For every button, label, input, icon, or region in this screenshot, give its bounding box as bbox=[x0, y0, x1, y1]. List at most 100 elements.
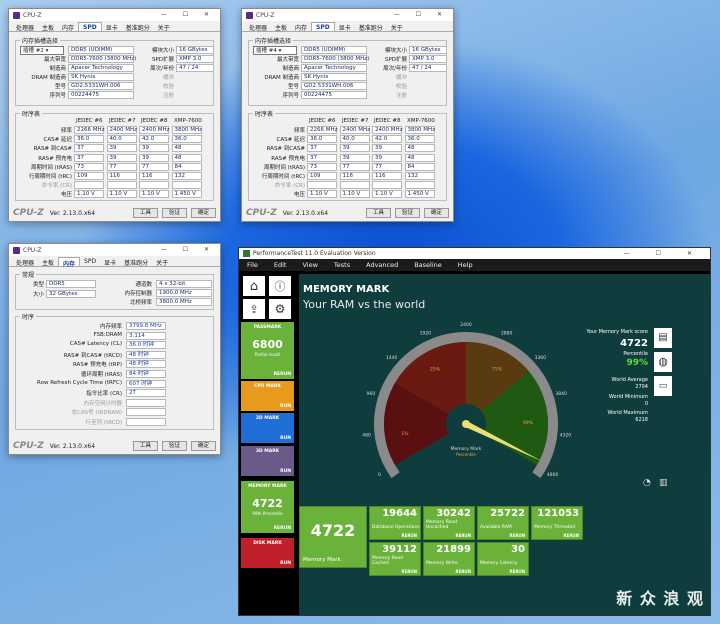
tab-memory[interactable]: 内存 bbox=[291, 22, 311, 32]
slot-select[interactable]: 插槽 #4 ▾ bbox=[253, 46, 297, 55]
tab-about[interactable]: 关于 bbox=[154, 22, 174, 32]
tab-about[interactable]: 关于 bbox=[152, 257, 172, 267]
side-tile-2d-mark[interactable]: 2D MARK RUN bbox=[241, 413, 294, 443]
ok-button[interactable]: 确定 bbox=[190, 441, 216, 451]
title-bar: CPU-Z — ☐ ✕ bbox=[9, 9, 220, 21]
export-button[interactable]: ⇪ bbox=[243, 299, 265, 319]
chart-icon[interactable]: ▥ bbox=[659, 478, 668, 488]
spd-ext-label: SPD扩展 bbox=[384, 57, 407, 63]
subtest-tile[interactable]: 30242 Memory Read Uncached RERUN bbox=[423, 506, 475, 540]
ecc-label: 校验 bbox=[395, 84, 407, 90]
tab-bench[interactable]: 基准跑分 bbox=[122, 22, 154, 32]
timing-cell: 3800 MHz bbox=[404, 126, 435, 134]
window-controls[interactable]: — ☐ ✕ bbox=[394, 11, 449, 18]
size-value: 32 GBytes bbox=[46, 290, 96, 298]
timing-value: 48 时钟 bbox=[126, 360, 166, 369]
subtest-tile[interactable]: 25722 Available RAM RERUN bbox=[477, 506, 529, 540]
validate-button[interactable]: 验证 bbox=[394, 208, 420, 218]
subtest-tile[interactable]: 30 Memory Latency RERUN bbox=[477, 542, 529, 576]
rerun-button[interactable]: RERUN bbox=[510, 533, 526, 538]
rerun-button[interactable]: RERUN bbox=[456, 569, 472, 574]
menu-tests[interactable]: Tests bbox=[334, 261, 350, 269]
tab-mainboard[interactable]: 主板 bbox=[38, 257, 58, 267]
validate-button[interactable]: 验证 bbox=[161, 441, 187, 451]
menu-view[interactable]: View bbox=[302, 261, 317, 269]
ok-button[interactable]: 确定 bbox=[190, 208, 216, 218]
menu-file[interactable]: File bbox=[247, 261, 258, 269]
ok-button[interactable]: 确定 bbox=[423, 208, 449, 218]
gauge-tick-label: 2400 bbox=[460, 322, 472, 328]
tools-button[interactable]: 工具 bbox=[132, 441, 158, 451]
subtest-tile[interactable]: 39112 Memory Read Cached RERUN bbox=[369, 542, 421, 576]
timing-row-label: 频率 bbox=[60, 128, 72, 134]
menu-advanced[interactable]: Advanced bbox=[366, 261, 398, 269]
timer-icon[interactable]: ◔ bbox=[643, 478, 651, 488]
menu-edit[interactable]: Edit bbox=[274, 261, 287, 269]
version: Ver. 2.13.0.x64 bbox=[49, 442, 96, 450]
timing-cell: 40.0 bbox=[339, 135, 370, 144]
side-tile-disk-mark[interactable]: DISK MARK RUN bbox=[241, 538, 294, 568]
tab-about[interactable]: 关于 bbox=[387, 22, 407, 32]
tools-button[interactable]: 工具 bbox=[132, 208, 158, 218]
tab-spd[interactable]: SPD bbox=[311, 22, 335, 31]
tile-run-button[interactable]: RUN bbox=[280, 436, 291, 441]
tab-cpu[interactable]: 处理器 bbox=[12, 22, 38, 32]
timing-cell: 73 bbox=[307, 162, 337, 171]
tab-memory[interactable]: 内存 bbox=[58, 22, 78, 32]
menu-help[interactable]: Help bbox=[458, 261, 473, 269]
tools-button[interactable]: 工具 bbox=[365, 208, 391, 218]
subtest-score: 21899 bbox=[436, 544, 471, 555]
tab-graphics[interactable]: 显卡 bbox=[100, 257, 120, 267]
menu-baseline[interactable]: Baseline bbox=[414, 261, 442, 269]
subtest-label: Memory Read Cached bbox=[372, 556, 404, 566]
tab-bench[interactable]: 基准跑分 bbox=[355, 22, 387, 32]
validate-button[interactable]: 验证 bbox=[161, 208, 187, 218]
report-button[interactable]: ▤ bbox=[654, 328, 672, 348]
tab-mainboard[interactable]: 主板 bbox=[38, 22, 58, 32]
rerun-button[interactable]: RERUN bbox=[456, 533, 472, 538]
tab-spd[interactable]: SPD bbox=[78, 22, 102, 31]
side-tile-3d-mark[interactable]: 3D MARK RUN bbox=[241, 446, 294, 476]
subtest-tile[interactable]: 19644 Database Operations RERUN bbox=[369, 506, 421, 540]
side-tile-cpu-mark[interactable]: CPU MARK RUN bbox=[241, 381, 294, 411]
tab-graphics[interactable]: 显卡 bbox=[335, 22, 355, 32]
web-compare-button[interactable]: ◍ bbox=[654, 352, 672, 372]
tab-cpu[interactable]: 处理器 bbox=[12, 257, 38, 267]
slot-select[interactable]: 插槽 #2 ▾ bbox=[20, 46, 64, 55]
rerun-button[interactable]: RERUN bbox=[402, 569, 418, 574]
home-button[interactable]: ⌂ bbox=[243, 276, 265, 296]
settings-button[interactable]: ⚙ bbox=[269, 299, 291, 319]
tab-spd[interactable]: SPD bbox=[80, 257, 100, 266]
window-controls[interactable]: — ☐ ✕ bbox=[161, 246, 216, 253]
tab-cpu[interactable]: 处理器 bbox=[245, 22, 271, 32]
gauge-tick-label: 480 bbox=[362, 432, 371, 438]
tab-graphics[interactable]: 显卡 bbox=[102, 22, 122, 32]
footer: CPU-Z Ver. 2.13.0.x64 工具 验证 确定 bbox=[242, 205, 453, 221]
title-bar: CPU-Z — ☐ ✕ bbox=[242, 9, 453, 21]
size-label: 大小 bbox=[32, 292, 44, 298]
tile-run-button[interactable]: RUN bbox=[280, 469, 291, 474]
timing-cell: 42.0 bbox=[139, 135, 169, 144]
subtest-tile[interactable]: 121053 Memory Threaded RERUN bbox=[531, 506, 583, 540]
app-icon bbox=[243, 250, 250, 257]
tile-run-button[interactable]: RUN bbox=[280, 404, 291, 409]
tile-run-button[interactable]: RUN bbox=[280, 561, 291, 566]
side-tile-memory-mark[interactable]: MEMORY MARK 4722 99th Percentile RERUN bbox=[241, 481, 294, 533]
tab-bench[interactable]: 基准跑分 bbox=[120, 257, 152, 267]
tab-mainboard[interactable]: 主板 bbox=[271, 22, 291, 32]
side-tile-passmark[interactable]: PASSMARK 6800 Partial result RERUN bbox=[241, 322, 294, 379]
tab-memory[interactable]: 内存 bbox=[58, 257, 81, 268]
subtest-tile[interactable]: 21899 Memory Write RERUN bbox=[423, 542, 475, 576]
rerun-button[interactable]: RERUN bbox=[564, 533, 580, 538]
tile-run-button[interactable]: RERUN bbox=[274, 526, 291, 531]
window-controls[interactable]: — ☐ ✕ bbox=[624, 250, 704, 257]
rerun-button[interactable]: RERUN bbox=[510, 569, 526, 574]
system-info-button[interactable]: ⓘ bbox=[269, 276, 291, 296]
rerun-button[interactable]: RERUN bbox=[402, 533, 418, 538]
chat-button[interactable]: ▭ bbox=[654, 376, 672, 396]
general-group: 常规 类型 DDR5 大小 32 GBytes 通道数 4 x 32-bit 内… bbox=[15, 270, 214, 310]
timing-cell: 39 bbox=[139, 153, 169, 162]
tile-run-button[interactable]: RERUN bbox=[274, 372, 291, 377]
timing-cell: 42.0 bbox=[372, 135, 402, 144]
window-controls[interactable]: — ☐ ✕ bbox=[161, 11, 216, 18]
